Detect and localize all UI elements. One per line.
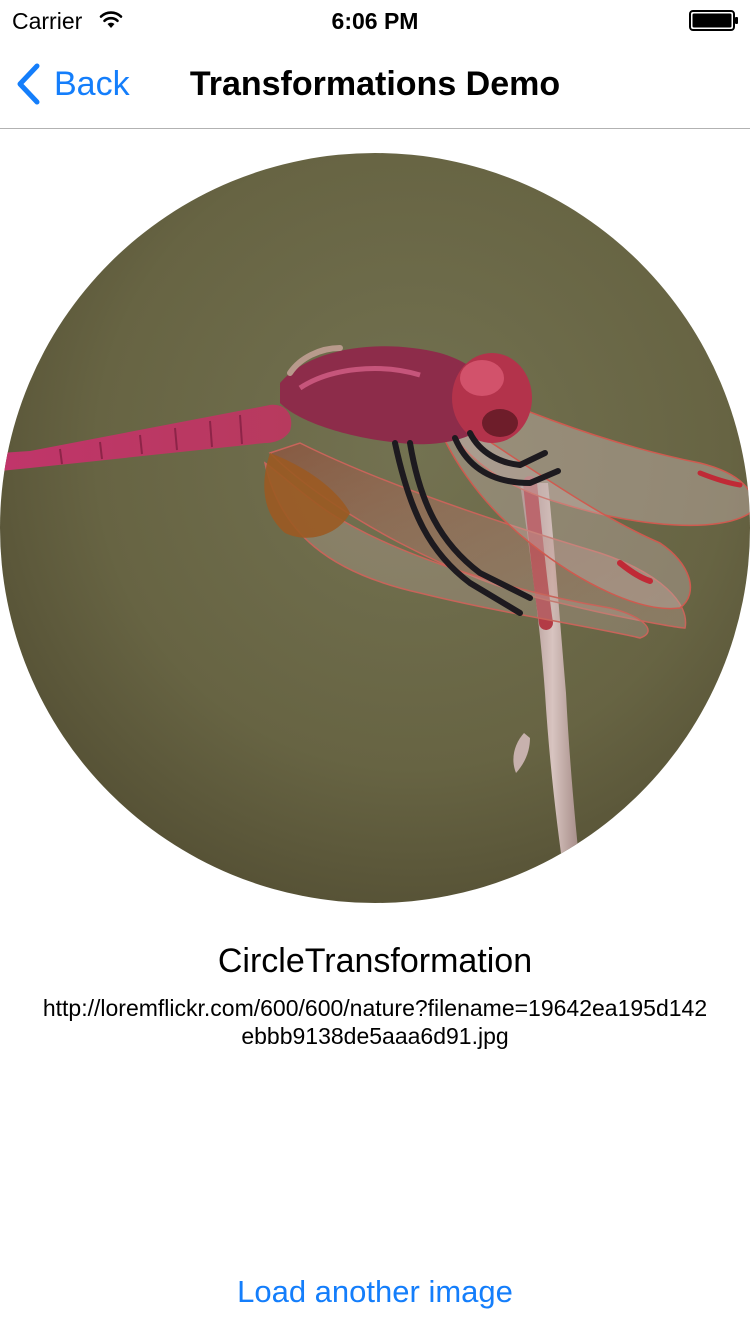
navigation-bar: Back Transformations Demo — [0, 40, 750, 129]
clock-label: 6:06 PM — [331, 8, 419, 34]
image-url-label: http://loremflickr.com/600/600/nature?fi… — [42, 995, 708, 1049]
battery-full-icon — [689, 10, 739, 31]
transformed-image — [0, 153, 750, 903]
load-another-image-button[interactable]: Load another image — [175, 1270, 575, 1314]
status-bar: Carrier 6:06 PM — [0, 0, 750, 40]
page-title: Transformations Demo — [189, 65, 561, 103]
transformation-name-label: CircleTransformation — [217, 942, 533, 980]
